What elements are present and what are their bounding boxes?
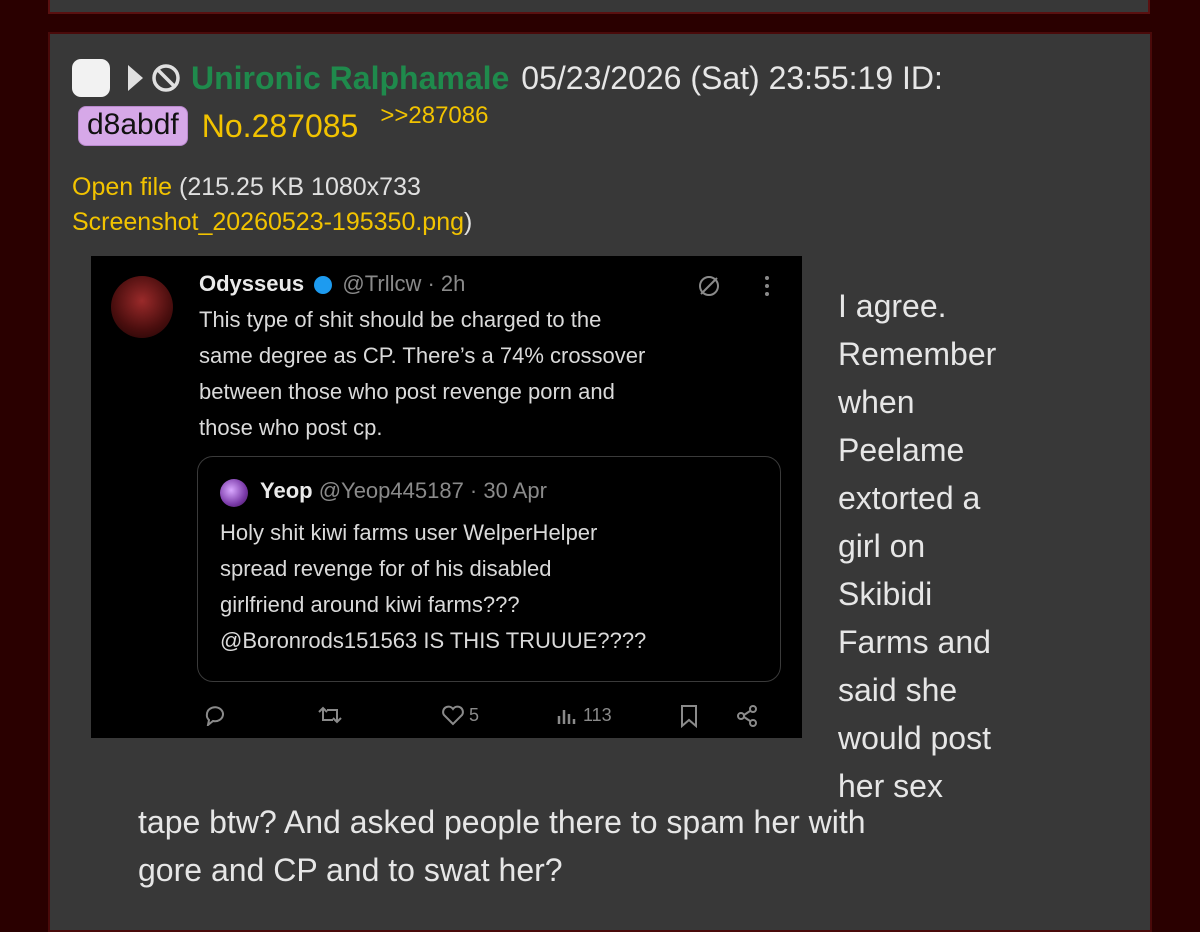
quote-header: Yeop @Yeop445187 · 30 Apr: [260, 473, 547, 509]
previous-post: [48, 0, 1150, 14]
grok-icon: [699, 276, 719, 296]
quote-line: @Boronrods151563 IS THIS TRUUUE????: [220, 628, 647, 653]
quote-author: Yeop: [260, 478, 313, 503]
quoted-tweet: Yeop @Yeop445187 · 30 Apr Holy shit kiwi…: [197, 456, 781, 682]
message-line: Farms and: [838, 624, 991, 660]
tweet-body: This type of shit should be charged to t…: [199, 302, 645, 446]
post-datetime: 05/23/2026 (Sat) 23:55:19 ID:: [521, 59, 943, 96]
more-options-icon: [765, 276, 769, 296]
tweet-line: same degree as CP. There’s a 74% crossov…: [199, 343, 646, 368]
file-meta-close: ): [464, 208, 473, 236]
quote-line: spread revenge for of his disabled: [220, 556, 552, 581]
reply-backlink[interactable]: >>287086: [380, 102, 488, 130]
tweet-line: This type of shit should be charged to t…: [199, 307, 602, 332]
message-line: gore and CP and to swat her?: [138, 852, 563, 888]
message-line: I agree.: [838, 288, 947, 324]
message-line: said she: [838, 672, 958, 708]
message-line: would post: [838, 720, 991, 756]
tweet-line: between those who post revenge porn and: [199, 379, 615, 404]
post-message-full: tape btw? And asked people there to spam…: [138, 798, 1118, 894]
quote-handle: @Yeop445187 · 30 Apr: [318, 478, 547, 503]
verified-badge-icon: [314, 276, 333, 295]
reply-icon: [203, 704, 227, 726]
tweet-header: Odysseus @Trllcw · 2h: [199, 266, 465, 302]
tweet-actions: 5 113: [91, 702, 802, 732]
quote-line: girlfriend around kiwi farms???: [220, 592, 520, 617]
post-menu-arrow-icon[interactable]: [128, 65, 143, 91]
tweet-author: Odysseus: [199, 271, 305, 296]
message-line: Peelame: [838, 432, 965, 468]
tweet-avatar: [111, 276, 173, 338]
heart-icon: [442, 705, 464, 726]
retweet-icon: [317, 704, 343, 726]
quote-avatar: [220, 479, 248, 507]
post-number[interactable]: No.287085: [202, 108, 359, 145]
tweet-handle: @Trllcw · 2h: [342, 271, 466, 296]
poster-id-badge[interactable]: d8abdf: [78, 106, 188, 146]
message-line: extorted a: [838, 480, 981, 516]
attached-image[interactable]: Odysseus @Trllcw · 2h This type of shit …: [91, 256, 802, 738]
message-line: Remember: [838, 336, 997, 372]
bookmark-icon: [679, 704, 699, 728]
select-checkbox[interactable]: [72, 59, 110, 97]
hide-icon[interactable]: [151, 63, 181, 93]
like-count: 5: [469, 704, 480, 725]
like-group: 5: [441, 704, 479, 726]
quote-line: Holy shit kiwi farms user WelperHelper: [220, 520, 598, 545]
views-group: 113: [555, 704, 612, 726]
file-meta: (215.25 KB 1080x733: [179, 173, 421, 201]
quote-body: Holy shit kiwi farms user WelperHelper s…: [220, 515, 646, 659]
post: Unironic Ralphamale 05/23/2026 (Sat) 23:…: [48, 32, 1152, 932]
poster-name: Unironic Ralphamale: [191, 59, 510, 96]
view-count: 113: [583, 704, 612, 725]
post-id-row: d8abdf No.287085 >>287086: [78, 102, 488, 146]
message-line: tape btw? And asked people there to spam…: [138, 804, 866, 840]
views-icon: [557, 710, 576, 724]
post-header: Unironic Ralphamale 05/23/2026 (Sat) 23:…: [72, 56, 943, 100]
message-line: Skibidi: [838, 576, 933, 612]
post-message-side: I agree. Remember when Peelame extorted …: [838, 282, 1068, 810]
open-file-link[interactable]: Open file: [72, 173, 172, 201]
message-line: girl on: [838, 528, 926, 564]
file-info: Open file (215.25 KB 1080x733 Screenshot…: [72, 170, 632, 240]
file-name-link[interactable]: Screenshot_20260523-195350.png: [72, 208, 464, 236]
tweet-line: those who post cp.: [199, 415, 383, 440]
share-icon: [735, 704, 759, 728]
message-line: when: [838, 384, 915, 420]
